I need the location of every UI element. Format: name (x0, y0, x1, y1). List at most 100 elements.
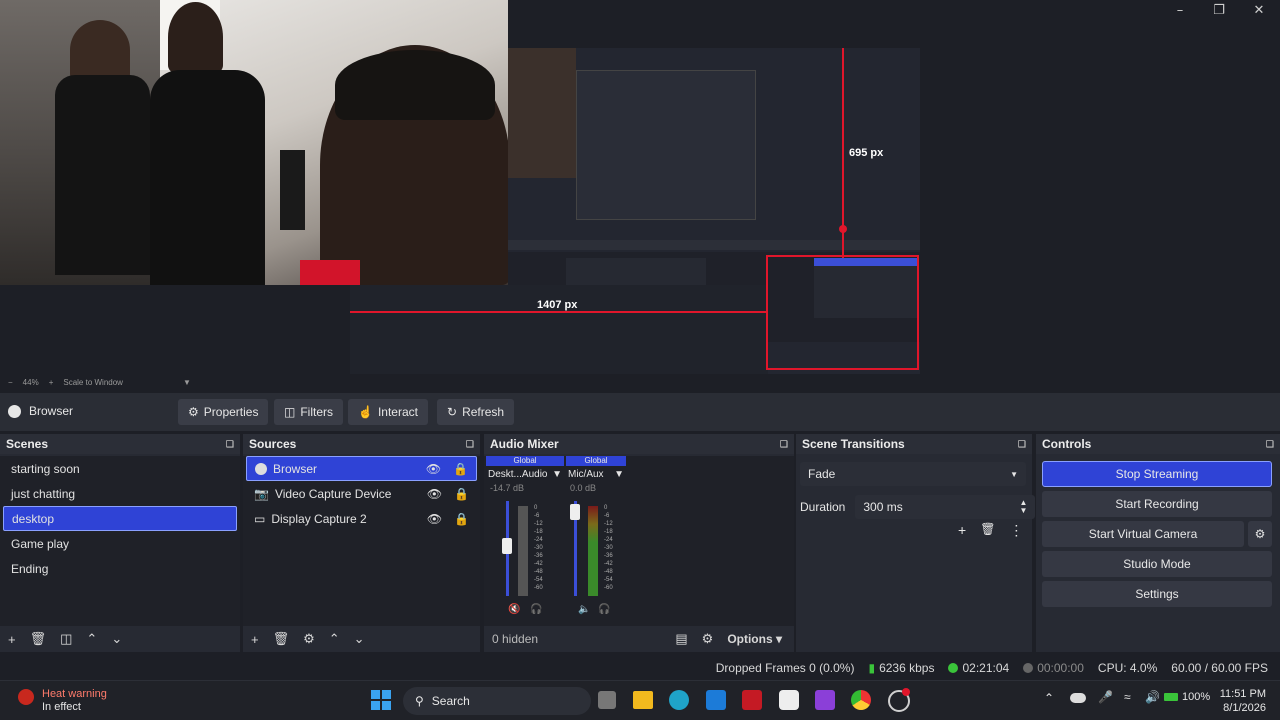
undock-icon[interactable]: ❏ (780, 439, 788, 450)
record-status-icon (1023, 663, 1034, 673)
move-up-icon[interactable]: ⌃ (86, 631, 97, 647)
zoom-mode[interactable]: Scale to Window (63, 378, 123, 387)
scene-item[interactable]: starting soon (3, 456, 237, 481)
chevron-up-icon[interactable]: ⌃ (1044, 691, 1054, 705)
camera-feed-left (0, 0, 160, 285)
undock-icon[interactable]: ❏ (466, 439, 474, 450)
stream-preview[interactable]: 695 px 1407 px (0, 0, 1280, 375)
add-icon[interactable]: + (958, 522, 966, 539)
mixer-header: Audio Mixer ❏ (484, 434, 794, 454)
filter-icon[interactable]: ◫ (60, 631, 72, 647)
file-explorer-icon[interactable] (633, 691, 653, 709)
sources-dock: Sources ❏ Browser 👁 🔒 📷 Video Capture Devic… (243, 434, 480, 652)
move-down-icon[interactable]: ⌄ (111, 631, 122, 647)
source-item[interactable]: 📷 Video Capture Device 👁 🔒 (246, 481, 477, 506)
hidden-count[interactable]: 0 hidden (492, 632, 538, 646)
studio-mode-button[interactable]: Studio Mode (1042, 551, 1272, 577)
source-item-selected[interactable]: Browser 👁 🔒 (246, 456, 477, 481)
more-icon[interactable]: ⋮ (1009, 522, 1023, 539)
zoom-in-icon[interactable]: + (49, 378, 54, 387)
duration-input[interactable]: 300 ms ▲ ▼ (855, 495, 1036, 519)
virtual-camera-settings-icon[interactable]: ⚙ (1248, 521, 1272, 547)
volume-handle[interactable] (502, 538, 512, 554)
stepper-icon[interactable]: ▲ ▼ (1019, 499, 1027, 515)
fps: 60.00 / 60.00 FPS (1171, 661, 1268, 675)
taskbar-search[interactable]: ⚲ Search (403, 687, 591, 715)
store-icon[interactable] (706, 690, 726, 710)
move-down-icon[interactable]: ⌄ (354, 631, 365, 647)
chrome-icon[interactable] (851, 690, 871, 710)
task-view-icon[interactable] (598, 691, 616, 709)
add-icon[interactable]: + (8, 632, 16, 647)
chevron-down-icon[interactable]: ▼ (183, 378, 191, 387)
wifi-icon[interactable]: ≈ (1124, 690, 1131, 704)
lock-icon[interactable]: 🔒 (453, 462, 468, 476)
filters-button[interactable]: ◫ Filters (274, 399, 344, 425)
edge-icon[interactable] (669, 690, 689, 710)
volume-icon[interactable]: 🔊 (1145, 690, 1160, 704)
mixer-settings-icon[interactable]: ⚙ (702, 631, 714, 647)
mail-icon[interactable] (815, 690, 835, 710)
undock-icon[interactable]: ❏ (226, 439, 234, 450)
scene-label: Ending (11, 561, 49, 576)
move-up-icon[interactable]: ⌃ (329, 631, 340, 647)
global-badge: Global (566, 456, 626, 466)
gear-icon[interactable]: ⚙ (303, 631, 315, 647)
layout-icon[interactable]: ▤ (675, 631, 687, 647)
status-bar: Dropped Frames 0 (0.0%) ▮ 6236 kbps 02:21… (0, 656, 1280, 680)
chevron-down-icon[interactable]: ▼ (552, 469, 562, 480)
volume-handle[interactable] (570, 504, 580, 520)
onedrive-icon[interactable] (1070, 693, 1086, 703)
chevron-down-icon[interactable]: ▼ (614, 469, 624, 480)
weather-widget[interactable]: Heat warning In effect (42, 688, 107, 714)
clock-time: 11:51 PM (1219, 688, 1266, 700)
refresh-label: Refresh (462, 405, 505, 419)
restore-icon[interactable]: ❐ (1200, 0, 1238, 20)
minimize-icon[interactable]: – (1161, 0, 1199, 20)
interact-button[interactable]: ☝ Interact (348, 399, 428, 425)
scene-item-selected[interactable]: desktop (3, 506, 237, 531)
add-icon[interactable]: + (251, 632, 259, 647)
zoom-out-icon[interactable]: − (8, 378, 13, 387)
headphones-icon[interactable]: 🎧 (598, 604, 610, 615)
scene-label: Game play (11, 536, 70, 551)
zoom-level: 44% (22, 377, 39, 387)
source-item[interactable]: ▭ Display Capture 2 👁 🔒 (246, 506, 477, 531)
clock[interactable]: 11:51 PM 8/1/2026 (1218, 687, 1266, 715)
capcut-icon[interactable] (779, 690, 799, 710)
start-virtual-camera-button[interactable]: Start Virtual Camera (1042, 521, 1244, 547)
close-icon[interactable]: ✕ (1240, 0, 1278, 20)
mcafee-icon[interactable] (742, 690, 762, 710)
dropped-frames: Dropped Frames 0 (0.0%) (715, 661, 855, 675)
windows-start-icon[interactable] (371, 690, 391, 710)
heat-warning-icon[interactable] (18, 689, 34, 705)
lock-icon[interactable]: 🔒 (454, 487, 469, 501)
settings-button[interactable]: Settings (1042, 581, 1272, 607)
lock-icon[interactable]: 🔒 (454, 512, 469, 526)
eye-icon[interactable]: 👁 (427, 487, 442, 501)
filter-icon: ◫ (284, 405, 296, 419)
source-label: Browser (273, 461, 318, 476)
battery-indicator[interactable]: 100% (1164, 691, 1210, 703)
headphones-icon[interactable]: 🎧 (530, 604, 542, 615)
eye-icon[interactable]: 👁 (427, 512, 442, 526)
trash-icon[interactable]: 🗑 (273, 631, 290, 647)
trash-icon[interactable]: 🗑 (30, 631, 47, 647)
trash-icon[interactable]: 🗑 (980, 522, 995, 539)
eye-icon[interactable]: 👁 (426, 462, 441, 476)
undock-icon[interactable]: ❏ (1266, 439, 1274, 450)
refresh-button[interactable]: ↻ Refresh (437, 399, 515, 425)
scene-item[interactable]: just chatting (3, 481, 237, 506)
scene-item[interactable]: Ending (3, 556, 237, 581)
transition-select[interactable]: Fade ▼ (800, 462, 1026, 486)
options-button[interactable]: Options ▾ (727, 632, 782, 646)
stop-streaming-button[interactable]: Stop Streaming (1042, 461, 1272, 487)
scene-item[interactable]: Game play (3, 531, 237, 556)
properties-button[interactable]: ⚙ Properties (178, 399, 269, 425)
speaker-icon[interactable]: 🔈 (578, 604, 590, 615)
mute-icon[interactable]: 🔇 (508, 604, 520, 615)
undock-icon[interactable]: ❏ (1018, 439, 1026, 450)
start-recording-button[interactable]: Start Recording (1042, 491, 1272, 517)
pointer-icon: ☝ (358, 405, 373, 419)
microphone-icon[interactable]: 🎤 (1098, 690, 1113, 704)
